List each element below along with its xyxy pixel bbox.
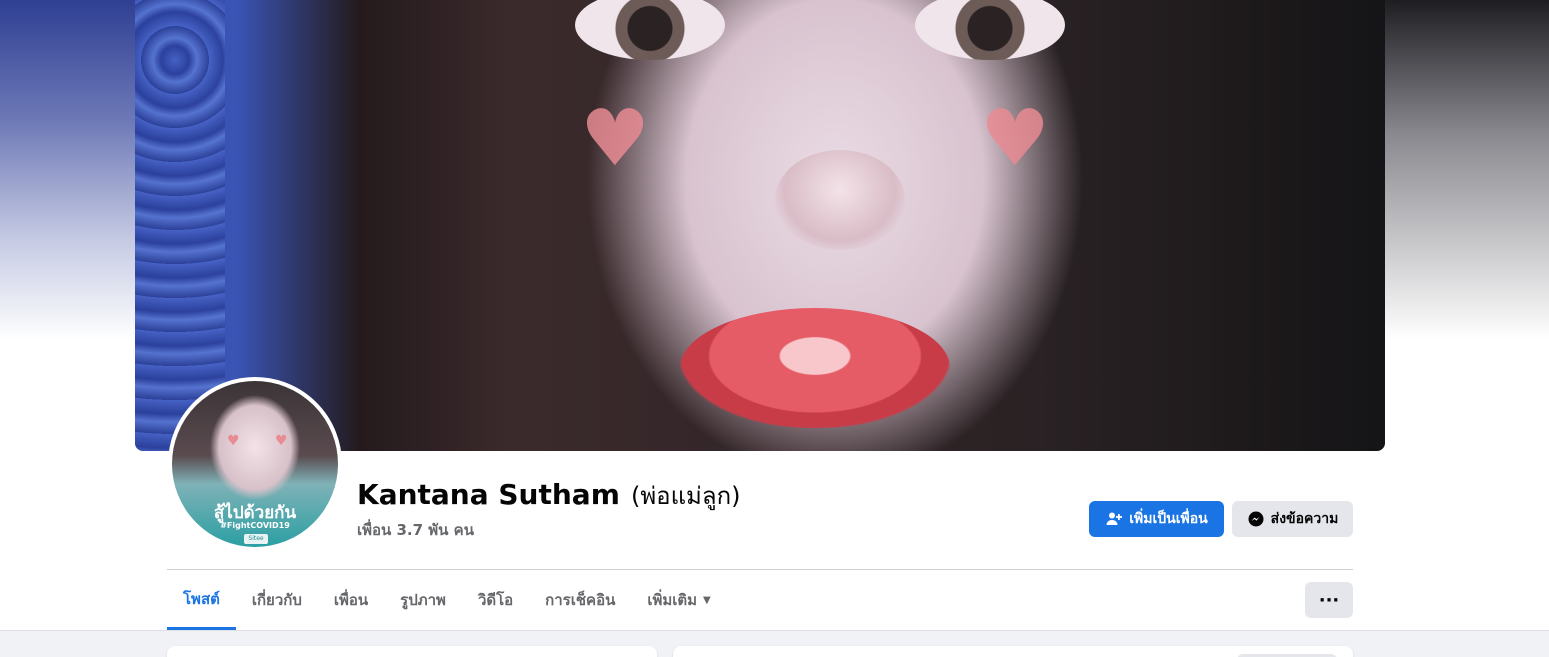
- messenger-icon: [1247, 510, 1265, 528]
- tab-videos[interactable]: วิดีโอ: [462, 570, 529, 630]
- profile-tabs: โพสต์ เกี่ยวกับ เพื่อน รูปภาพ วิดีโอ การ…: [167, 570, 727, 630]
- tab-friends[interactable]: เพื่อน: [318, 570, 384, 630]
- tab-label: เพิ่มเติม: [647, 591, 698, 609]
- add-friend-button[interactable]: เพิ่มเป็นเพื่อน: [1089, 501, 1224, 537]
- tab-about[interactable]: เกี่ยวกับ: [236, 570, 318, 630]
- tab-label: การเช็คอิน: [545, 591, 616, 609]
- cover-eye-right: [915, 0, 1065, 60]
- cover-heart-left-icon: ♥: [580, 94, 650, 184]
- avatar-heart-left-icon: ♥: [227, 433, 240, 449]
- message-label: ส่งข้อความ: [1270, 511, 1339, 527]
- profile-alternate-name: (พ่อแม่ลูก): [630, 482, 741, 510]
- tab-label: เกี่ยวกับ: [251, 591, 302, 609]
- tab-label: วิดีโอ: [477, 591, 514, 609]
- tab-label: โพสต์: [183, 589, 220, 608]
- more-options-button[interactable]: ···: [1305, 582, 1353, 618]
- posts-card: [673, 646, 1353, 657]
- avatar-frame-hashtag: #FightCOVID19: [220, 521, 290, 530]
- cover-floral-background: [135, 0, 225, 451]
- person-plus-icon: [1105, 510, 1123, 528]
- intro-card: [167, 646, 657, 657]
- avatar-heart-right-icon: ♥: [275, 433, 288, 449]
- profile-name-row: Kantana Sutham (พ่อแม่ลูก): [357, 476, 740, 515]
- tab-label: เพื่อน: [333, 591, 369, 609]
- avatar-frame-badge: Sitee: [244, 534, 268, 544]
- profile-avatar[interactable]: ♥ ♥ สู้ไปด้วยกัน #FightCOVID19 Sitee: [168, 377, 342, 551]
- friends-count-link[interactable]: เพื่อน 3.7 พัน คน: [357, 518, 474, 542]
- tab-more[interactable]: เพิ่มเติม ▼: [631, 570, 726, 630]
- profile-name: Kantana Sutham: [357, 478, 620, 511]
- cover-nose: [775, 150, 905, 250]
- message-button[interactable]: ส่งข้อความ: [1232, 501, 1353, 537]
- add-friend-label: เพิ่มเป็นเพื่อน: [1129, 511, 1208, 527]
- tab-label: รูปภาพ: [400, 591, 446, 609]
- cover-eye-left: [575, 0, 725, 60]
- tab-checkins[interactable]: การเช็คอิน: [529, 570, 631, 630]
- cover-photo[interactable]: ♥ ♥: [135, 0, 1385, 451]
- tab-posts[interactable]: โพสต์: [167, 570, 236, 630]
- cover-lips: [680, 308, 950, 428]
- tab-photos[interactable]: รูปภาพ: [384, 570, 462, 630]
- cover-heart-right-icon: ♥: [980, 94, 1050, 184]
- caret-down-icon: ▼: [703, 594, 711, 606]
